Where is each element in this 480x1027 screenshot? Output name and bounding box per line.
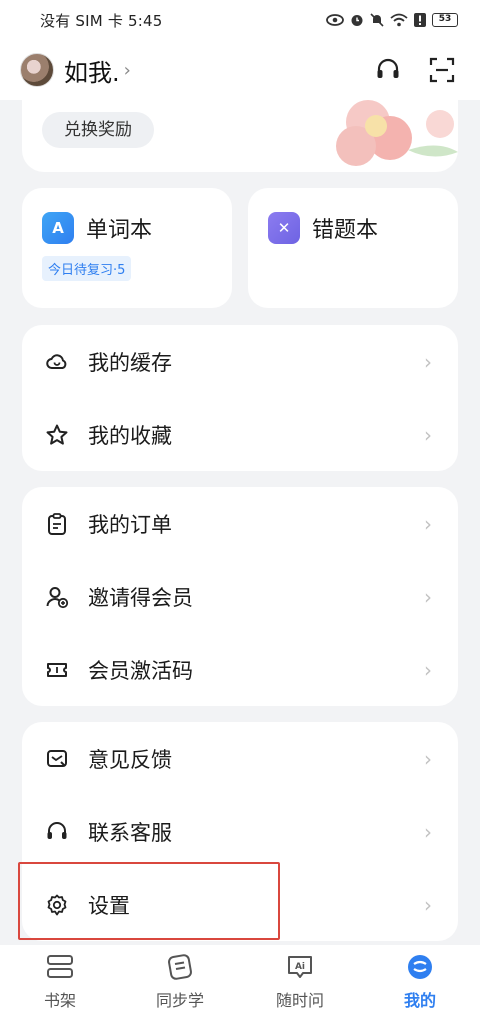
tab-label: 书架 — [43, 991, 76, 1010]
status-time: 没有 SIM 卡 5:45 — [40, 11, 163, 30]
menu-item-label: 意见反馈 — [88, 747, 172, 772]
headset-icon — [44, 819, 70, 845]
avatar[interactable] — [20, 53, 54, 87]
tab-mine[interactable]: 我的 — [360, 945, 480, 1027]
scan-button[interactable] — [424, 52, 460, 88]
menu-item-settings[interactable]: 设置 › — [22, 868, 458, 941]
review-badge: 今日待复习·5 — [42, 256, 132, 281]
battery-icon: 53 — [432, 13, 458, 27]
user-name[interactable]: 如我. — [64, 53, 120, 88]
redeem-reward-button[interactable]: 兑换奖励 — [42, 112, 154, 148]
chevron-right-icon: › — [424, 511, 432, 536]
mistake-book-icon: ✕ — [268, 212, 300, 244]
profile-icon — [408, 955, 432, 979]
menu-item-label: 邀请得会员 — [88, 585, 193, 610]
flower-decoration — [336, 100, 458, 166]
menu-group-support: 意见反馈 › 联系客服 › 设置 › — [22, 722, 458, 941]
scan-icon — [429, 57, 455, 83]
profile-header: 如我. › — [0, 40, 480, 100]
bookshelf-icon — [47, 955, 73, 978]
add-user-icon — [44, 584, 70, 610]
wifi-icon — [390, 13, 408, 27]
menu-item-activation-code[interactable]: 会员激活码 › — [22, 633, 458, 706]
chevron-right-icon: › — [424, 584, 432, 609]
chevron-right-icon: › — [424, 349, 432, 374]
mistake-book-title: 错题本 — [312, 218, 379, 243]
menu-item-invite[interactable]: 邀请得会员 › — [22, 560, 458, 633]
eye-icon — [326, 14, 344, 26]
clipboard-icon — [44, 511, 70, 537]
menu-item-label: 设置 — [88, 893, 130, 918]
menu-item-label: 我的收藏 — [88, 423, 172, 448]
headset-icon — [377, 58, 399, 78]
menu-item-favorites[interactable]: 我的收藏 › — [22, 398, 458, 471]
feedback-icon — [44, 746, 70, 772]
tab-label: 同步学 — [155, 991, 204, 1010]
tab-label: 随时问 — [275, 991, 324, 1010]
mistake-book-tile[interactable]: ✕ 错题本 — [248, 188, 458, 308]
tab-sync-learn[interactable]: 同步学 — [120, 945, 240, 1027]
status-icons: 53 — [326, 13, 458, 27]
menu-item-label: 联系客服 — [88, 820, 172, 845]
chevron-right-icon: › — [424, 819, 432, 844]
menu-group-storage: 我的缓存 › 我的收藏 › — [22, 325, 458, 471]
chevron-right-icon: › — [424, 746, 432, 771]
menu-group-membership: 我的订单 › 邀请得会员 › 会员激活码 › — [22, 487, 458, 706]
tab-label: 我的 — [403, 991, 436, 1010]
vocab-book-icon: A — [42, 212, 74, 244]
bottom-tab-bar: 书架 同步学 Ai 随时问 我的 — [0, 945, 480, 1027]
tab-bookshelf[interactable]: 书架 — [0, 945, 120, 1027]
status-bar: 没有 SIM 卡 5:45 53 — [0, 0, 480, 40]
sync-learn-icon — [168, 954, 192, 980]
svg-text:Ai: Ai — [295, 962, 305, 972]
menu-item-orders[interactable]: 我的订单 › — [22, 487, 458, 560]
chevron-right-icon: › — [424, 422, 432, 447]
chevron-right-icon: › — [424, 657, 432, 682]
menu-item-cache[interactable]: 我的缓存 › — [22, 325, 458, 398]
tab-ask-anytime[interactable]: Ai 随时问 — [240, 945, 360, 1027]
menu-item-label: 我的缓存 — [88, 350, 172, 375]
menu-item-contact-service[interactable]: 联系客服 › — [22, 795, 458, 868]
chevron-right-icon: › — [123, 59, 131, 81]
menu-item-label: 我的订单 — [88, 512, 172, 537]
reward-card: 兑换奖励 — [22, 100, 458, 172]
vocab-book-title: 单词本 — [86, 218, 153, 243]
ticket-icon — [44, 657, 70, 683]
vocab-book-tile[interactable]: A 单词本 今日待复习·5 — [22, 188, 232, 308]
mute-icon — [370, 13, 384, 27]
cloud-icon — [44, 349, 70, 375]
chevron-right-icon: › — [424, 892, 432, 917]
menu-item-feedback[interactable]: 意见反馈 › — [22, 722, 458, 795]
menu-item-label: 会员激活码 — [88, 658, 193, 683]
ai-chat-icon: Ai — [288, 956, 312, 978]
gear-icon — [44, 892, 70, 918]
customer-service-button[interactable] — [370, 52, 406, 88]
alert-icon — [414, 13, 426, 27]
star-icon — [44, 422, 70, 448]
alarm-icon — [351, 15, 363, 26]
